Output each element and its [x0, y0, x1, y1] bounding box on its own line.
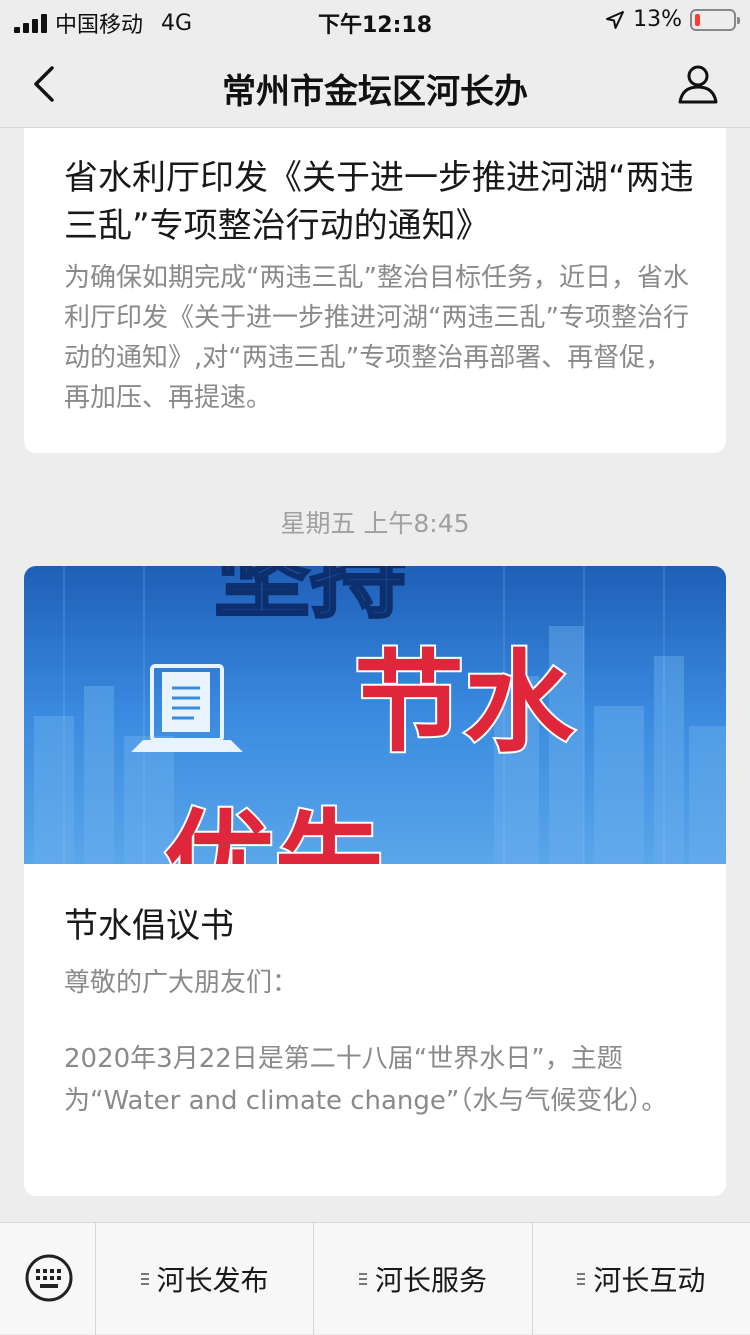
article-card[interactable]: 坚持 节水 优先 节水倡议书 尊敬的广大朋友们： 2020年3月22日是第二十八…: [24, 566, 726, 1196]
nav-bar: 常州市金坛区河长办: [0, 40, 750, 128]
article-headline: 省水利厅印发《关于进一步推进河湖“两违三乱”专项整治行动的通知》: [64, 158, 694, 246]
keyboard-icon: [25, 1254, 73, 1302]
menu-tab-label: 河长服务: [374, 1264, 487, 1297]
menu-tab-river-chief-service[interactable]: 河长服务: [314, 1223, 533, 1335]
status-bar: 中国移动 4G 下午12:18 13%: [0, 0, 750, 40]
location-arrow-icon: [606, 10, 625, 29]
menu-lines-icon: [577, 1273, 586, 1285]
banner-word-1: 坚持: [214, 566, 406, 631]
menu-lines-icon: [140, 1273, 149, 1285]
menu-tab-label: 河长互动: [593, 1264, 706, 1297]
message-list[interactable]: 省水利厅印发《关于进一步推进河湖“两违三乱”专项整治行动的通知》 为确保如期完成…: [0, 128, 750, 1222]
menu-lines-icon: [358, 1273, 367, 1285]
battery-percent: 13%: [633, 7, 682, 32]
menu-tab-river-chief-release[interactable]: 河长发布: [96, 1223, 315, 1335]
person-icon[interactable]: [676, 62, 720, 106]
article-card[interactable]: 省水利厅印发《关于进一步推进河湖“两违三乱”专项整治行动的通知》 为确保如期完成…: [24, 128, 726, 453]
battery-icon: [690, 8, 740, 31]
battery-fill: [695, 13, 700, 26]
page-title: 常州市金坛区河长办: [222, 72, 528, 112]
article-banner-image: 坚持 节水 优先: [24, 566, 726, 864]
menu-tab-river-chief-interaction[interactable]: 河长互动: [533, 1223, 750, 1335]
article-body: 2020年3月22日是第二十八届“世界水日”，主题为“Water and cli…: [64, 1044, 668, 1116]
status-right: 13%: [605, 7, 740, 32]
article-greeting: 尊敬的广大朋友们：: [64, 968, 299, 998]
menu-tab-label: 河长发布: [156, 1264, 269, 1297]
message-timestamp: 星期五 上午8:45: [280, 509, 470, 538]
bottom-menu-bar: 河长发布 河长服务 河长互动: [0, 1222, 750, 1335]
article-title: 节水倡议书: [64, 906, 234, 946]
keyboard-toggle-button[interactable]: [0, 1223, 96, 1335]
banner-word-3: 优先: [164, 799, 384, 864]
banner-word-2: 节水: [354, 639, 575, 767]
article-summary: 为确保如期完成“两违三乱”整治目标任务，近日，省水利厅印发《关于进一步推进河湖“…: [64, 263, 689, 413]
